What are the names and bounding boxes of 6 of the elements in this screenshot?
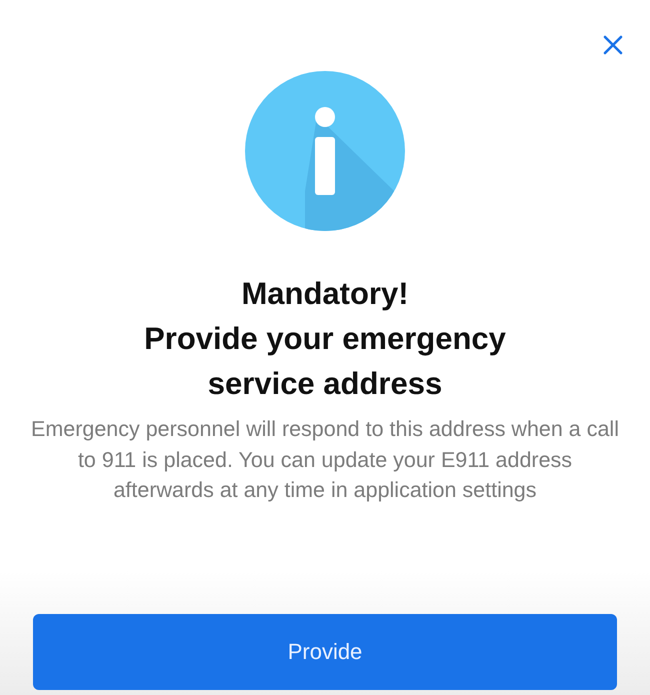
dialog-message: Emergency personnel will respond to this address when a call to 911 is placed. You can update your E911 address afterwards at any time in application settings	[30, 416, 620, 504]
info-icon	[245, 71, 405, 231]
dialog-heading: Mandatory!	[241, 275, 409, 313]
close-icon[interactable]	[603, 35, 623, 55]
provide-button[interactable]: Provide	[33, 614, 617, 690]
dialog-title: Provide your emergency service address	[143, 320, 507, 403]
